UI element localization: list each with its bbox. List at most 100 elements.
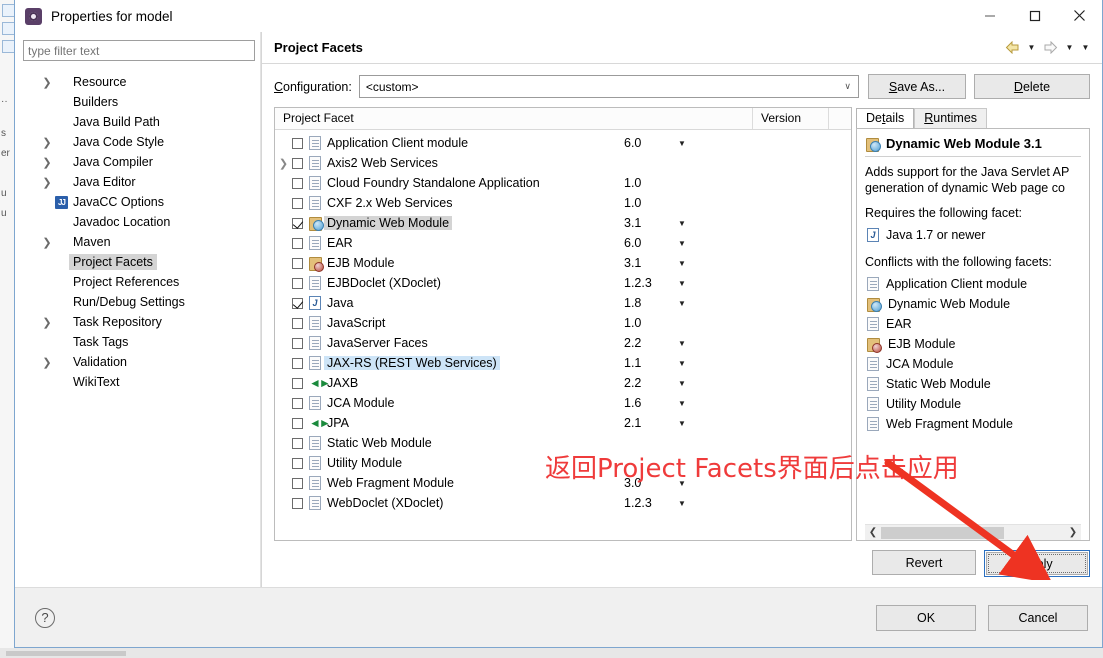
- facet-checkbox[interactable]: [292, 177, 303, 189]
- back-dropdown-icon[interactable]: ▼: [1025, 40, 1038, 56]
- chevron-right-icon[interactable]: ❯: [275, 157, 292, 170]
- ok-button[interactable]: OK: [876, 604, 976, 631]
- chevron-right-icon[interactable]: ❯: [39, 176, 55, 189]
- table-row[interactable]: CXF 2.x Web Services 1.0: [275, 193, 851, 213]
- column-header-facet[interactable]: Project Facet: [275, 108, 753, 129]
- filter-input[interactable]: [23, 40, 255, 61]
- version-dropdown-icon[interactable]: ▼: [678, 279, 686, 288]
- sidebar-item-javadoc-location[interactable]: Javadoc Location: [23, 212, 260, 232]
- facet-checkbox[interactable]: [292, 137, 303, 149]
- sidebar-item-java-editor[interactable]: ❯ Java Editor: [23, 172, 260, 192]
- sidebar-item-project-facets[interactable]: Project Facets: [23, 252, 260, 272]
- table-row[interactable]: EJBDoclet (XDoclet) 1.2.3 ▼: [275, 273, 851, 293]
- facet-checkbox[interactable]: [292, 377, 303, 389]
- chevron-right-icon[interactable]: ❯: [39, 156, 55, 169]
- sidebar-item-java-code-style[interactable]: ❯ Java Code Style: [23, 132, 260, 152]
- close-button[interactable]: [1057, 0, 1102, 31]
- table-row[interactable]: JCA Module 1.6 ▼: [275, 393, 851, 413]
- table-row[interactable]: JAX-RS (REST Web Services) 1.1 ▼: [275, 353, 851, 373]
- scrollbar-track[interactable]: [881, 526, 1065, 540]
- sidebar-item-resource[interactable]: ❯ Resource: [23, 72, 260, 92]
- chevron-left-icon[interactable]: ❮: [865, 527, 881, 538]
- sidebar-item-wikitext[interactable]: WikiText: [23, 372, 260, 392]
- scrollbar-thumb[interactable]: [881, 526, 1004, 539]
- facet-checkbox[interactable]: [292, 497, 303, 509]
- facet-checkbox[interactable]: [292, 477, 303, 489]
- minimize-button[interactable]: [967, 0, 1012, 31]
- chevron-right-icon[interactable]: ❯: [39, 356, 55, 369]
- facet-checkbox[interactable]: [292, 297, 303, 309]
- version-dropdown-icon[interactable]: ▼: [678, 399, 686, 408]
- table-row[interactable]: J Java 1.8 ▼: [275, 293, 851, 313]
- sidebar-item-java-build-path[interactable]: Java Build Path: [23, 112, 260, 132]
- table-row[interactable]: Dynamic Web Module 3.1 ▼: [275, 213, 851, 233]
- back-arrow-icon[interactable]: [1003, 39, 1022, 57]
- facet-checkbox[interactable]: [292, 317, 303, 329]
- table-row[interactable]: JavaScript 1.0: [275, 313, 851, 333]
- chevron-right-icon[interactable]: ❯: [1065, 527, 1081, 538]
- table-row[interactable]: WebDoclet (XDoclet) 1.2.3 ▼: [275, 493, 851, 513]
- table-row[interactable]: Static Web Module: [275, 433, 851, 453]
- facet-checkbox[interactable]: [292, 217, 303, 229]
- sidebar-item-task-tags[interactable]: Task Tags: [23, 332, 260, 352]
- sidebar-item-java-compiler[interactable]: ❯ Java Compiler: [23, 152, 260, 172]
- save-as-button[interactable]: Save As...: [868, 74, 966, 99]
- version-dropdown-icon[interactable]: ▼: [678, 339, 686, 348]
- version-dropdown-icon[interactable]: ▼: [678, 359, 686, 368]
- chevron-right-icon[interactable]: ❯: [39, 136, 55, 149]
- table-row[interactable]: Web Fragment Module 3.0 ▼: [275, 473, 851, 493]
- facet-checkbox[interactable]: [292, 357, 303, 369]
- version-dropdown-icon[interactable]: ▼: [678, 419, 686, 428]
- table-row[interactable]: Utility Module: [275, 453, 851, 473]
- facet-checkbox[interactable]: [292, 157, 303, 169]
- sidebar-item-validation[interactable]: ❯ Validation: [23, 352, 260, 372]
- version-dropdown-icon[interactable]: ▼: [678, 219, 686, 228]
- tab-runtimes[interactable]: Runtimes: [914, 108, 988, 128]
- sidebar-item-builders[interactable]: Builders: [23, 92, 260, 112]
- table-row[interactable]: ◄► JPA 2.1 ▼: [275, 413, 851, 433]
- facet-checkbox[interactable]: [292, 257, 303, 269]
- facet-checkbox[interactable]: [292, 277, 303, 289]
- details-horizontal-scrollbar[interactable]: ❮ ❯: [865, 524, 1081, 540]
- version-dropdown-icon[interactable]: ▼: [678, 479, 686, 488]
- version-dropdown-icon[interactable]: ▼: [678, 499, 686, 508]
- chevron-right-icon[interactable]: ❯: [39, 316, 55, 329]
- cancel-button[interactable]: Cancel: [988, 604, 1088, 631]
- facet-checkbox[interactable]: [292, 417, 303, 429]
- maximize-button[interactable]: [1012, 0, 1057, 31]
- revert-button[interactable]: Revert: [872, 550, 976, 575]
- delete-button[interactable]: Delete: [974, 74, 1090, 99]
- facet-checkbox[interactable]: [292, 457, 303, 469]
- pane-menu-icon[interactable]: ▼: [1079, 40, 1092, 56]
- version-dropdown-icon[interactable]: ▼: [678, 239, 686, 248]
- sidebar-item-run-debug-settings[interactable]: Run/Debug Settings: [23, 292, 260, 312]
- table-row[interactable]: EAR 6.0 ▼: [275, 233, 851, 253]
- tab-details[interactable]: Details: [856, 108, 915, 128]
- apply-button[interactable]: Apply: [986, 552, 1088, 575]
- forward-arrow-icon[interactable]: [1041, 39, 1060, 57]
- question-mark-icon[interactable]: ?: [35, 607, 55, 628]
- forward-dropdown-icon[interactable]: ▼: [1063, 40, 1076, 56]
- sidebar-item-task-repository[interactable]: ❯ Task Repository: [23, 312, 260, 332]
- table-row[interactable]: Cloud Foundry Standalone Application 1.0: [275, 173, 851, 193]
- version-dropdown-icon[interactable]: ▼: [678, 299, 686, 308]
- sidebar-item-maven[interactable]: ❯ Maven: [23, 232, 260, 252]
- sidebar-item-project-references[interactable]: Project References: [23, 272, 260, 292]
- facet-checkbox[interactable]: [292, 437, 303, 449]
- facet-checkbox[interactable]: [292, 237, 303, 249]
- table-row[interactable]: JavaServer Faces 2.2 ▼: [275, 333, 851, 353]
- facet-checkbox[interactable]: [292, 397, 303, 409]
- table-row[interactable]: ❯ Axis2 Web Services: [275, 153, 851, 173]
- chevron-right-icon[interactable]: ❯: [39, 76, 55, 89]
- configuration-combo[interactable]: <custom> ∨: [358, 75, 859, 98]
- sidebar-item-javacc-options[interactable]: JJ JavaCC Options: [23, 192, 260, 212]
- version-dropdown-icon[interactable]: ▼: [678, 139, 686, 148]
- version-dropdown-icon[interactable]: ▼: [678, 379, 686, 388]
- facet-checkbox[interactable]: [292, 337, 303, 349]
- facet-checkbox[interactable]: [292, 197, 303, 209]
- table-row[interactable]: EJB Module 3.1 ▼: [275, 253, 851, 273]
- chevron-right-icon[interactable]: ❯: [39, 236, 55, 249]
- table-row[interactable]: ◄► JAXB 2.2 ▼: [275, 373, 851, 393]
- column-header-version[interactable]: Version: [753, 108, 829, 129]
- table-row[interactable]: Application Client module 6.0 ▼: [275, 133, 851, 153]
